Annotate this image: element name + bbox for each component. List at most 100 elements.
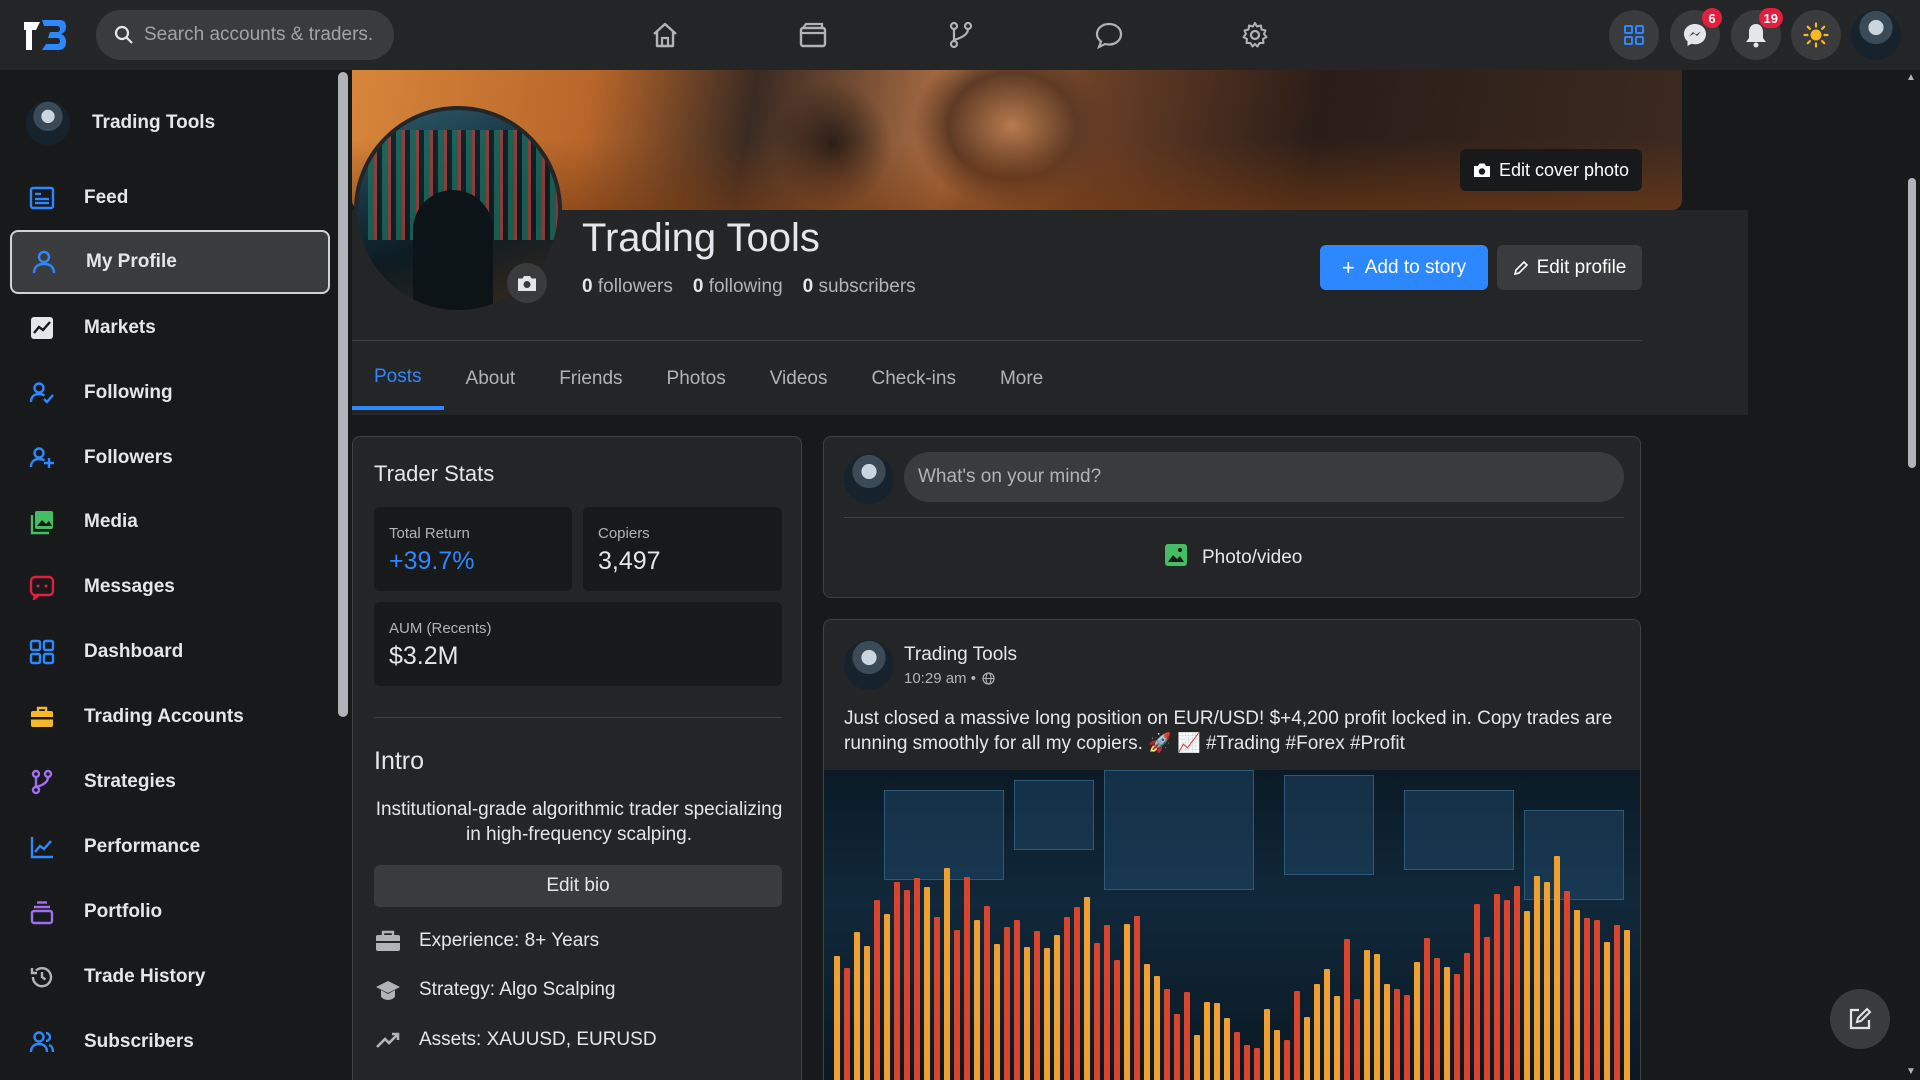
home-icon[interactable]	[643, 13, 687, 57]
sidebar-item-my-profile[interactable]: My Profile	[10, 230, 330, 294]
branch-icon[interactable]	[939, 13, 983, 57]
image-candle	[1274, 1030, 1280, 1080]
image-candle	[1534, 875, 1540, 1080]
globe-icon	[982, 672, 995, 685]
dashboard-grid-button[interactable]	[1609, 10, 1659, 60]
sidebar-item-strategies[interactable]: Strategies	[10, 750, 330, 814]
image-candle	[1024, 946, 1030, 1080]
sidebar-item-markets[interactable]: Markets	[10, 296, 330, 360]
sidebar-item-trade-history[interactable]: Trade History	[10, 945, 330, 1009]
image-panel	[1104, 770, 1254, 890]
tab-friends[interactable]: Friends	[537, 348, 644, 410]
sidebar-item-dashboard[interactable]: Dashboard	[10, 620, 330, 684]
notifications-badge: 19	[1758, 8, 1783, 28]
post-author[interactable]: Trading Tools	[904, 644, 1017, 666]
image-candle	[1284, 1039, 1290, 1080]
sidebar-profile[interactable]: Trading Tools	[10, 91, 330, 155]
camera-icon	[1473, 163, 1490, 177]
profile-stats: 0 followers 0 following 0 subscribers	[582, 276, 916, 298]
image-candle	[1444, 966, 1450, 1080]
tab-posts[interactable]: Posts	[352, 348, 444, 410]
image-candle	[1084, 896, 1090, 1080]
image-candle	[924, 886, 930, 1080]
post-image[interactable]	[824, 770, 1640, 1080]
image-candle	[834, 955, 840, 1080]
user-plus-icon	[28, 444, 56, 472]
sidebar-scrollbar[interactable]	[338, 72, 348, 717]
edit-bio-button[interactable]: Edit bio	[374, 865, 782, 907]
composer-input[interactable]: What's on your mind?	[904, 452, 1624, 502]
chat-bubble-icon[interactable]	[1087, 13, 1131, 57]
tab-videos[interactable]: Videos	[748, 348, 850, 410]
messenger-icon	[1684, 24, 1706, 46]
image-candle	[1044, 948, 1050, 1080]
edit-cover-photo-button[interactable]: Edit cover photo	[1460, 149, 1642, 191]
photo-video-button[interactable]: Photo/video	[1164, 543, 1302, 573]
edit-cover-label: Edit cover photo	[1498, 159, 1630, 180]
followers-stat[interactable]: 0 followers	[582, 276, 673, 298]
sidebar-item-trading-accounts[interactable]: Trading Accounts	[10, 685, 330, 749]
sidebar-item-label: Trade History	[84, 966, 206, 987]
add-to-story-button[interactable]: + Add to story	[1320, 245, 1488, 290]
search-input[interactable]	[144, 24, 374, 46]
sidebar-item-media[interactable]: Media	[10, 490, 330, 554]
new-post-button[interactable]	[1830, 989, 1890, 1049]
notifications-button[interactable]: 19	[1731, 8, 1783, 60]
tab-more[interactable]: More	[978, 348, 1065, 410]
update-avatar-button[interactable]	[507, 263, 547, 303]
image-candle	[1544, 881, 1550, 1080]
sidebar-item-performance[interactable]: Performance	[10, 815, 330, 879]
image-candle	[1194, 1035, 1200, 1080]
trending-up-icon	[374, 1030, 402, 1050]
theme-toggle-button[interactable]	[1791, 10, 1841, 60]
feed-icon	[28, 184, 56, 212]
photo-icon	[1164, 543, 1188, 573]
scroll-up-arrow-icon[interactable]: ▲	[1906, 72, 1916, 83]
sidebar-item-label: Media	[84, 511, 138, 532]
tab-photos[interactable]: Photos	[645, 348, 748, 410]
image-candle	[1164, 988, 1170, 1080]
image-candle	[1414, 961, 1420, 1080]
image-candle	[1564, 890, 1570, 1080]
image-candle	[954, 930, 960, 1080]
profile-tabs: Posts About Friends Photos Videos Check-…	[352, 348, 1065, 410]
assets-row: Assets: XAUUSD, EURUSD	[374, 1029, 657, 1051]
sidebar-item-following[interactable]: Following	[10, 361, 330, 425]
scroll-down-arrow-icon[interactable]: ▼	[1906, 1066, 1916, 1077]
image-candle	[974, 919, 980, 1080]
gear-icon[interactable]	[1233, 13, 1277, 57]
account-avatar[interactable]	[1851, 10, 1901, 60]
following-stat[interactable]: 0 following	[693, 276, 783, 298]
page-scrollbar[interactable]	[1908, 178, 1916, 468]
sidebar-item-subscribers[interactable]: Subscribers	[10, 1010, 330, 1074]
image-candle	[1064, 916, 1070, 1080]
briefcase-icon	[28, 703, 56, 731]
image-candle	[1604, 942, 1610, 1080]
stats-divider	[374, 717, 782, 718]
image-candle	[1014, 919, 1020, 1080]
tab-about[interactable]: About	[444, 348, 538, 410]
subscribers-stat[interactable]: 0 subscribers	[803, 276, 916, 298]
image-candle	[1224, 1018, 1230, 1080]
user-check-icon	[28, 379, 56, 407]
avatar-person	[413, 190, 493, 310]
image-candle	[1464, 953, 1470, 1080]
sidebar-item-feed[interactable]: Feed	[10, 166, 330, 230]
image-panel	[884, 790, 1004, 880]
app-logo[interactable]	[22, 16, 68, 54]
search-bar[interactable]	[96, 10, 394, 60]
total-return-stat: Total Return +39.7%	[374, 507, 572, 591]
sidebar-item-portfolio[interactable]: Portfolio	[10, 880, 330, 944]
wallet-icon[interactable]	[791, 13, 835, 57]
image-candle	[1574, 909, 1580, 1080]
tab-check-ins[interactable]: Check-ins	[849, 348, 977, 410]
edit-profile-button[interactable]: Edit profile	[1497, 245, 1642, 290]
sidebar-item-label: Dashboard	[84, 641, 184, 662]
image-candle	[1094, 942, 1100, 1080]
image-candle	[1474, 903, 1480, 1080]
sidebar-item-messages[interactable]: Messages	[10, 555, 330, 619]
sidebar-item-followers[interactable]: Followers	[10, 426, 330, 490]
avatar[interactable]	[844, 640, 894, 690]
intro-title: Intro	[374, 747, 425, 775]
messenger-button[interactable]: 6	[1670, 8, 1722, 60]
